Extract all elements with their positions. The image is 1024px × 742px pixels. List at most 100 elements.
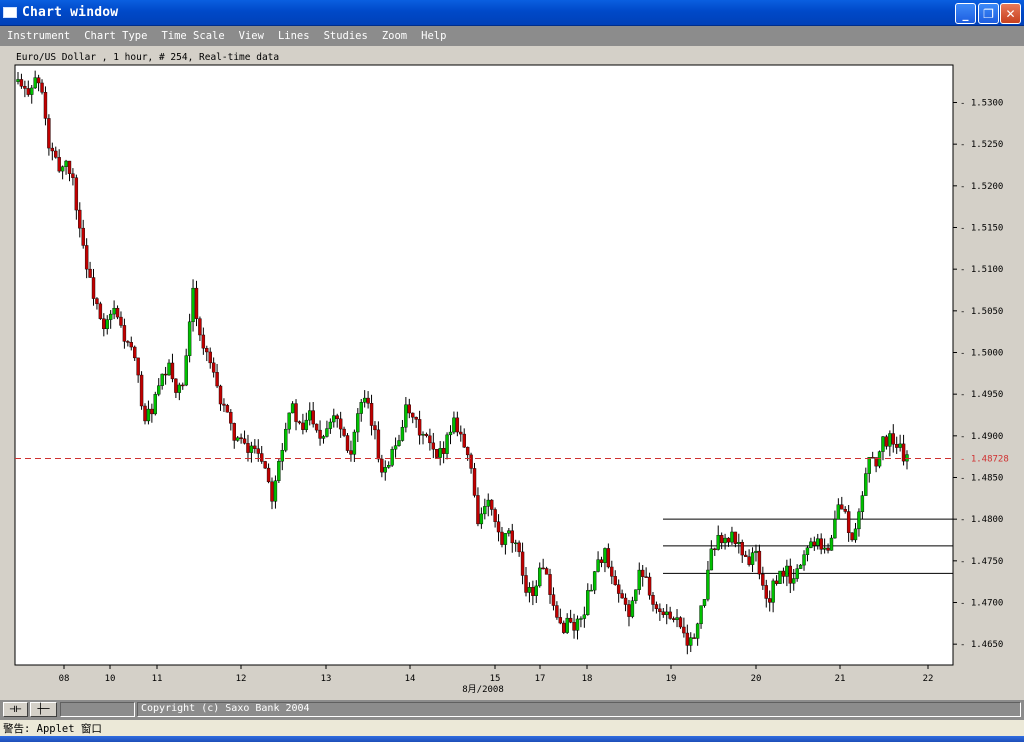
close-button[interactable]: ✕ <box>1000 3 1021 24</box>
y-tick-label: - 1.5100 <box>960 265 1003 275</box>
menu-help[interactable]: Help <box>414 30 453 42</box>
x-tick-label: 12 <box>236 674 247 684</box>
pan-icon: ⊣⊢ <box>9 704 22 715</box>
candle-down <box>692 637 696 639</box>
candle-down <box>242 438 247 444</box>
candle-down <box>647 576 652 596</box>
menu-instrument[interactable]: Instrument <box>0 30 77 42</box>
candle-up <box>507 530 511 534</box>
candle-up <box>785 565 789 577</box>
candle-down <box>215 372 219 387</box>
candle-down <box>380 458 384 473</box>
candle-down <box>67 160 72 174</box>
candle-down <box>366 397 370 404</box>
candle-up <box>483 506 487 515</box>
candle-down <box>133 346 137 359</box>
candle-down <box>541 567 545 570</box>
candle-down <box>297 421 302 424</box>
maximize-button[interactable]: ❐ <box>978 3 999 24</box>
candle-up <box>538 567 542 587</box>
candle-up <box>798 564 803 569</box>
candle-up <box>836 504 841 520</box>
candle-up <box>308 410 312 421</box>
x-tick-label: 14 <box>405 674 416 684</box>
candle-down <box>239 437 243 440</box>
candle-up <box>33 77 37 89</box>
candle-down <box>476 495 480 525</box>
candle-down <box>50 147 55 152</box>
candle-up <box>802 554 806 566</box>
candle-up <box>287 412 291 430</box>
candle-down <box>201 334 206 349</box>
candle-down <box>472 468 477 496</box>
candle-up <box>702 599 707 606</box>
status-field <box>60 702 135 717</box>
menu-zoom[interactable]: Zoom <box>375 30 414 42</box>
candle-up <box>321 436 326 439</box>
menu-chart-type[interactable]: Chart Type <box>77 30 154 42</box>
candle-down <box>170 362 175 380</box>
candle-up <box>898 443 902 448</box>
candle-up <box>187 321 192 356</box>
candle-down <box>891 433 895 445</box>
candle-up <box>503 533 508 545</box>
candle-up <box>809 541 813 548</box>
candle-up <box>16 79 20 82</box>
candle-up <box>160 373 164 386</box>
candle-down <box>256 448 260 454</box>
candle-down <box>229 411 233 424</box>
candle-up <box>352 431 357 455</box>
candle-down <box>294 403 298 422</box>
y-tick-label: - 1.5000 <box>960 349 1003 359</box>
candle-down <box>548 574 552 595</box>
chart-area[interactable]: Euro/US Dollar , 1 hour, # 254, Real-tim… <box>0 46 1024 700</box>
candle-down <box>551 594 556 606</box>
candle-down <box>726 537 731 543</box>
candle-down <box>819 538 823 550</box>
candle-down <box>757 550 762 575</box>
status-bar: ⊣⊢ ┼─ Copyright (c) Saxo Bank 2004 <box>0 700 1024 720</box>
candle-up <box>857 511 861 530</box>
candle-down <box>36 77 41 84</box>
candle-up <box>235 437 240 441</box>
menu-studies[interactable]: Studies <box>317 30 375 42</box>
candle-down <box>95 298 99 305</box>
y-tick-label: - 1.4750 <box>960 557 1003 567</box>
candle-down <box>462 433 466 448</box>
candle-down <box>174 378 178 393</box>
candle-down <box>91 277 96 299</box>
candle-down <box>558 617 563 624</box>
candle-down <box>788 565 792 584</box>
candle-up <box>191 287 195 323</box>
candle-down <box>826 547 830 551</box>
candle-down <box>644 576 648 578</box>
candle-down <box>843 508 847 512</box>
candle-down <box>459 431 463 435</box>
candlestick-chart[interactable]: - 1.5300 - 1.5250 - 1.5200 - 1.5150 - 1.5100… <box>0 46 1024 700</box>
menu-view[interactable]: View <box>232 30 271 42</box>
candle-down <box>139 374 144 407</box>
candle-up <box>30 87 34 95</box>
candle-down <box>88 268 92 278</box>
candle-down <box>270 481 274 502</box>
pan-button[interactable]: ⊣⊢ <box>3 702 28 717</box>
candle-up <box>438 448 442 458</box>
candle-up <box>586 590 590 616</box>
applet-warning-text: 警告: Applet 窗口 <box>3 722 102 735</box>
crosshair-button[interactable]: ┼─ <box>30 702 57 717</box>
candle-down <box>349 450 353 455</box>
candle-up <box>277 461 281 481</box>
y-tick-label: - 1.4850 <box>960 474 1003 484</box>
candle-down <box>211 362 216 373</box>
candle-up <box>249 445 254 453</box>
y-tick-label: - 1.4650 <box>960 640 1003 650</box>
candle-down <box>616 584 621 594</box>
menu-time-scale[interactable]: Time Scale <box>154 30 231 42</box>
candle-up <box>304 419 309 430</box>
menu-lines[interactable]: Lines <box>271 30 317 42</box>
candle-down <box>850 532 854 541</box>
x-axis-label: 8月/2008 <box>462 684 504 695</box>
minimize-button[interactable]: _ <box>955 3 976 24</box>
candle-down <box>414 416 418 420</box>
candle-up <box>332 415 336 423</box>
